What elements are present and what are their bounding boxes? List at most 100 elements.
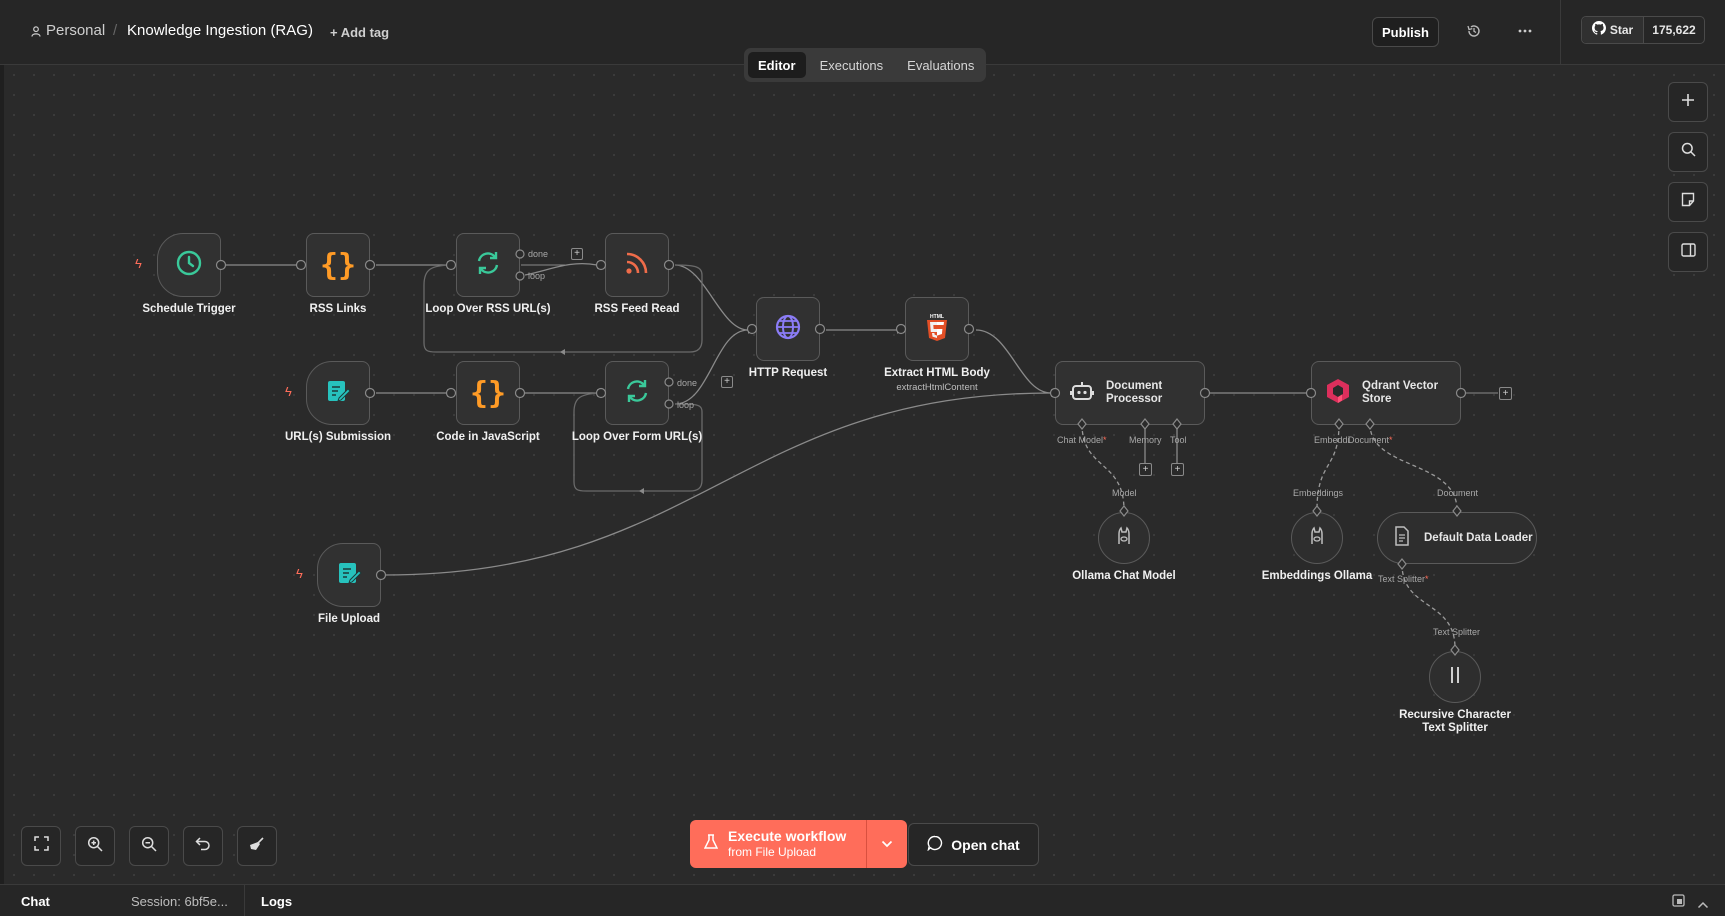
arrow-head — [447, 261, 451, 269]
node-qdrant-vector-store[interactable]: Qdrant Vector Store — [1311, 361, 1461, 425]
qdrant-icon — [1326, 378, 1350, 409]
node-label: RSS Links — [309, 303, 367, 315]
form-icon — [325, 378, 351, 409]
add-tool-plus-icon[interactable]: + — [1171, 463, 1184, 476]
open-chat-label: Open chat — [951, 836, 1020, 853]
port-label-embedding: Embeddi — [1314, 435, 1350, 445]
plus-icon — [1681, 93, 1695, 112]
zoom-in-icon — [87, 836, 103, 857]
breadcrumb-separator: / — [113, 22, 118, 39]
session-id[interactable]: Session: 6bf5e... — [131, 894, 228, 909]
node-document-processor[interactable]: Document Processor — [1055, 361, 1205, 425]
node-label: Qdrant Vector Store — [1362, 380, 1439, 405]
panel-divider — [244, 885, 245, 916]
node-ollama-chat-model[interactable] — [1098, 512, 1150, 564]
open-chat-button[interactable]: Open chat — [908, 823, 1039, 866]
tab-evaluations[interactable]: Evaluations — [897, 52, 984, 78]
add-memory-plus-icon[interactable]: + — [1139, 463, 1152, 476]
tab-executions[interactable]: Executions — [810, 52, 894, 78]
undo-button[interactable] — [183, 826, 223, 866]
workflow-title[interactable]: Knowledge Ingestion (RAG) — [127, 22, 313, 39]
node-loop-rss[interactable] — [456, 233, 520, 297]
tab-editor[interactable]: Editor — [748, 52, 806, 78]
execute-options-button[interactable] — [866, 820, 907, 868]
node-rss-feed-read[interactable] — [605, 233, 669, 297]
node-url-submission[interactable] — [306, 361, 370, 425]
loop-refresh-icon — [474, 249, 502, 282]
node-text-splitter[interactable] — [1429, 651, 1481, 703]
node-default-data-loader[interactable]: Default Data Loader — [1377, 512, 1537, 564]
arrow-head — [597, 261, 601, 269]
chat-tab[interactable]: Chat — [21, 894, 50, 909]
history-icon[interactable] — [1466, 23, 1482, 44]
node-label: Default Data Loader — [1424, 532, 1533, 544]
conn-extract-docproc — [975, 329, 1052, 394]
code-braces-icon: {} — [319, 247, 357, 283]
fit-view-button[interactable] — [21, 826, 61, 866]
svg-text:HTML: HTML — [930, 314, 944, 320]
zoom-in-button[interactable] — [75, 826, 115, 866]
undo-icon — [195, 836, 211, 856]
add-node-button[interactable] — [1668, 82, 1708, 122]
workflow-canvas[interactable] — [4, 65, 1725, 885]
trigger-bolt-icon: ϟ — [296, 566, 303, 581]
sticky-note-icon — [1681, 192, 1695, 212]
add-node-plus-icon[interactable]: + — [1499, 387, 1512, 400]
add-node-plus-icon[interactable]: + — [721, 376, 733, 388]
chevron-down-icon — [881, 835, 893, 853]
user-icon — [31, 26, 41, 40]
form-icon — [336, 560, 362, 591]
toggle-panel-button[interactable] — [1668, 232, 1708, 272]
node-extract-html[interactable]: HTML — [905, 297, 969, 361]
view-tabs: Editor Executions Evaluations — [744, 48, 986, 82]
breadcrumb-workspace[interactable]: Personal — [46, 22, 105, 39]
star-count: 175,622 — [1652, 23, 1696, 37]
more-options-icon[interactable] — [1516, 23, 1534, 44]
node-label: Document Processor — [1106, 380, 1163, 405]
node-label: Code in JavaScript — [436, 431, 540, 443]
add-node-plus-icon[interactable]: + — [571, 248, 583, 260]
document-icon — [1394, 525, 1410, 551]
pop-out-icon[interactable] — [1672, 894, 1685, 912]
node-embeddings-ollama[interactable] — [1291, 512, 1343, 564]
node-file-upload[interactable] — [317, 543, 381, 607]
execute-label: Execute workflow — [728, 828, 847, 844]
node-label: Embeddings Ollama — [1261, 570, 1373, 582]
search-icon — [1681, 142, 1696, 162]
node-label: HTTP Request — [748, 367, 828, 379]
zoom-out-button[interactable] — [129, 826, 169, 866]
arrow-head-back — [560, 349, 565, 355]
splitter-icon — [1448, 665, 1462, 690]
robot-icon — [1070, 380, 1094, 407]
port-label-tool: Tool — [1170, 435, 1187, 445]
trigger-bolt-icon: ϟ — [135, 256, 142, 271]
port-label-document: Document* — [1348, 435, 1393, 445]
tidy-up-button[interactable] — [237, 826, 277, 866]
node-label: Loop Over Form URL(s) — [571, 431, 703, 443]
arrow-head — [897, 326, 901, 334]
conn-feed-http — [674, 264, 749, 331]
sticky-note-button[interactable] — [1668, 182, 1708, 222]
port-loop-label: loop — [528, 271, 546, 281]
chevron-up-icon[interactable] — [1697, 896, 1709, 914]
globe-icon — [774, 313, 802, 346]
add-tag-button[interactable]: + Add tag — [330, 25, 389, 40]
connections-layer — [226, 261, 1498, 649]
search-nodes-button[interactable] — [1668, 132, 1708, 172]
port-loop-label: loop — [677, 400, 695, 410]
github-star-button[interactable]: Star — [1582, 17, 1644, 43]
node-label: Schedule Trigger — [142, 303, 236, 315]
execute-workflow-button[interactable]: Execute workflow from File Upload — [690, 820, 866, 868]
port-label-chat-model: Chat Model* — [1057, 435, 1107, 445]
node-code-javascript[interactable]: {} — [456, 361, 520, 425]
node-rss-links[interactable]: {} — [306, 233, 370, 297]
node-loop-form[interactable] — [605, 361, 669, 425]
github-star-widget[interactable]: Star 175,622 — [1581, 16, 1705, 44]
node-schedule-trigger[interactable] — [157, 233, 221, 297]
node-http-request[interactable] — [756, 297, 820, 361]
publish-button[interactable]: Publish — [1372, 17, 1439, 47]
port-label-text-splitter: Text Splitter* — [1378, 574, 1429, 584]
topbar-divider — [1560, 0, 1561, 64]
logs-tab[interactable]: Logs — [261, 894, 292, 909]
llama-icon — [1115, 526, 1133, 551]
